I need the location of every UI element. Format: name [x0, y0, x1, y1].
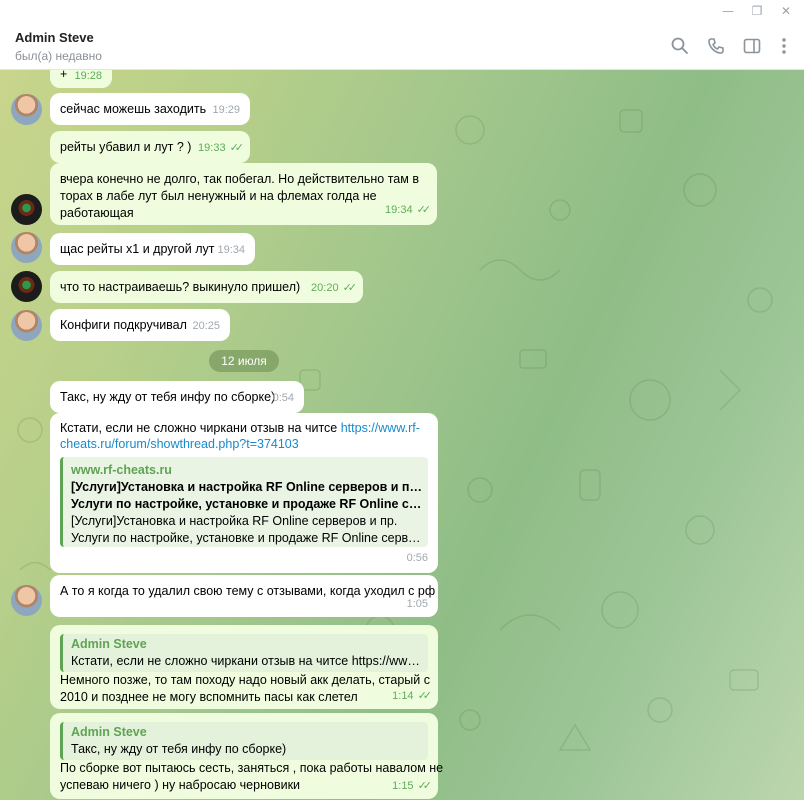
- chat-status: был(а) недавно: [15, 49, 102, 63]
- reply-quote[interactable]: Admin Steve Кстати, если не сложно чирка…: [60, 634, 428, 672]
- message-bubble[interactable]: + 19:28: [50, 70, 112, 88]
- preview-description: Услуги по настройке, установке и продаже…: [71, 531, 423, 545]
- read-checkmarks-icon: ✓✓: [417, 690, 433, 702]
- message-bubble[interactable]: вчера конечно не долго, так побегал. Но …: [50, 163, 437, 225]
- avatar[interactable]: [11, 310, 42, 341]
- minimize-icon[interactable]: —: [714, 2, 742, 20]
- message-link[interactable]: https://www.rf-: [341, 421, 420, 435]
- window-titlebar: — ❐ ✕: [0, 0, 804, 22]
- chat-title[interactable]: Admin Steve: [15, 30, 94, 45]
- read-checkmarks-icon: ✓✓: [417, 780, 433, 792]
- phone-icon[interactable]: [706, 36, 726, 56]
- more-menu-icon[interactable]: [774, 36, 794, 56]
- message-text: щас рейты х1 и другой лут: [60, 242, 215, 256]
- search-icon[interactable]: [670, 36, 690, 56]
- message-text: А то я когда то удалил свою тему с отзыв…: [60, 584, 436, 598]
- link-preview[interactable]: www.rf-cheats.ru [Услуги]Установка и нас…: [60, 457, 428, 547]
- preview-title: Услуги по настройке, установке и продаже…: [71, 497, 423, 511]
- message-text: рейты убавил и лут ? ): [60, 140, 192, 154]
- close-icon[interactable]: ✕: [772, 2, 800, 20]
- message-time: 1:15 ✓✓: [392, 778, 433, 795]
- message-bubble[interactable]: Такс, ну жду от тебя инфу по сборке) 0:5…: [50, 381, 304, 413]
- avatar[interactable]: [11, 194, 42, 225]
- reply-author: Admin Steve: [71, 725, 147, 739]
- message-time: 0:54: [272, 392, 294, 404]
- message-bubble[interactable]: рейты убавил и лут ? ) 19:33 ✓✓: [50, 131, 250, 163]
- message-bubble[interactable]: сейчас можешь заходить 19:29: [50, 93, 250, 125]
- message-bubble[interactable]: Кстати, если не сложно чиркани отзыв на …: [50, 413, 438, 573]
- message-time: 20:20 ✓✓: [311, 280, 358, 297]
- message-bubble[interactable]: Admin Steve Такс, ну жду от тебя инфу по…: [50, 713, 443, 799]
- message-time: 19:28: [74, 70, 102, 82]
- preview-site: www.rf-cheats.ru: [71, 463, 172, 477]
- message-list[interactable]: + 19:28 сейчас можешь заходить 19:29 рей…: [0, 70, 804, 800]
- message-bubble[interactable]: щас рейты х1 и другой лут 19:34: [50, 233, 255, 265]
- message-time: 19:34: [217, 244, 245, 256]
- message-time: 19:29: [212, 104, 240, 116]
- message-text: вчера конечно не долго, так побегал. Но …: [60, 172, 419, 220]
- message-bubble[interactable]: А то я когда то удалил свою тему с отзыв…: [50, 575, 438, 617]
- read-checkmarks-icon: ✓✓: [416, 204, 432, 216]
- message-text: Кстати, если не сложно чиркани отзыв на …: [60, 421, 420, 451]
- avatar[interactable]: [11, 94, 42, 125]
- message-bubble[interactable]: Admin Steve Кстати, если не сложно чирка…: [50, 625, 438, 709]
- preview-title: [Услуги]Установка и настройка RF Online …: [71, 480, 423, 494]
- read-checkmarks-icon: ✓✓: [342, 282, 358, 294]
- avatar[interactable]: [11, 585, 42, 616]
- message-text: Немного позже, то там походу надо новый …: [60, 673, 430, 704]
- maximize-icon[interactable]: ❐: [743, 2, 771, 20]
- message-text: Такс, ну жду от тебя инфу по сборке): [60, 390, 276, 404]
- message-text: Конфиги подкручивал: [60, 318, 187, 332]
- message-text: сейчас можешь заходить: [60, 102, 207, 116]
- message-time: 20:25: [192, 320, 220, 332]
- message-bubble[interactable]: Конфиги подкручивал 20:25: [50, 309, 230, 341]
- message-time: 1:14 ✓✓: [392, 688, 433, 705]
- message-time: 0:56: [406, 552, 428, 564]
- sidebar-toggle-icon[interactable]: [742, 36, 762, 56]
- message-bubble[interactable]: что то настраиваешь? выкинуло пришел) 20…: [50, 271, 363, 303]
- date-divider: 12 июля: [209, 350, 279, 372]
- message-time: 1:05: [406, 598, 428, 610]
- read-checkmarks-icon: ✓✓: [229, 142, 245, 154]
- message-text: +: [60, 70, 68, 81]
- preview-description: [Услуги]Установка и настройка RF Online …: [71, 514, 398, 528]
- reply-quote[interactable]: Admin Steve Такс, ну жду от тебя инфу по…: [60, 722, 428, 760]
- message-text: По сборке вот пытаюсь сесть, заняться , …: [60, 761, 444, 792]
- message-text: что то настраиваешь? выкинуло пришел): [60, 280, 301, 294]
- chat-header: Admin Steve был(а) недавно: [0, 22, 804, 70]
- avatar[interactable]: [11, 271, 42, 302]
- message-link[interactable]: cheats.ru/forum/showthread.php?t=374103: [60, 437, 299, 451]
- message-time: 19:34 ✓✓: [385, 202, 432, 219]
- message-time: 19:33 ✓✓: [198, 140, 245, 157]
- reply-text: Такс, ну жду от тебя инфу по сборке): [71, 742, 287, 756]
- avatar[interactable]: [11, 232, 42, 263]
- reply-author: Admin Steve: [71, 637, 147, 651]
- reply-text: Кстати, если не сложно чиркани отзыв на …: [71, 654, 423, 668]
